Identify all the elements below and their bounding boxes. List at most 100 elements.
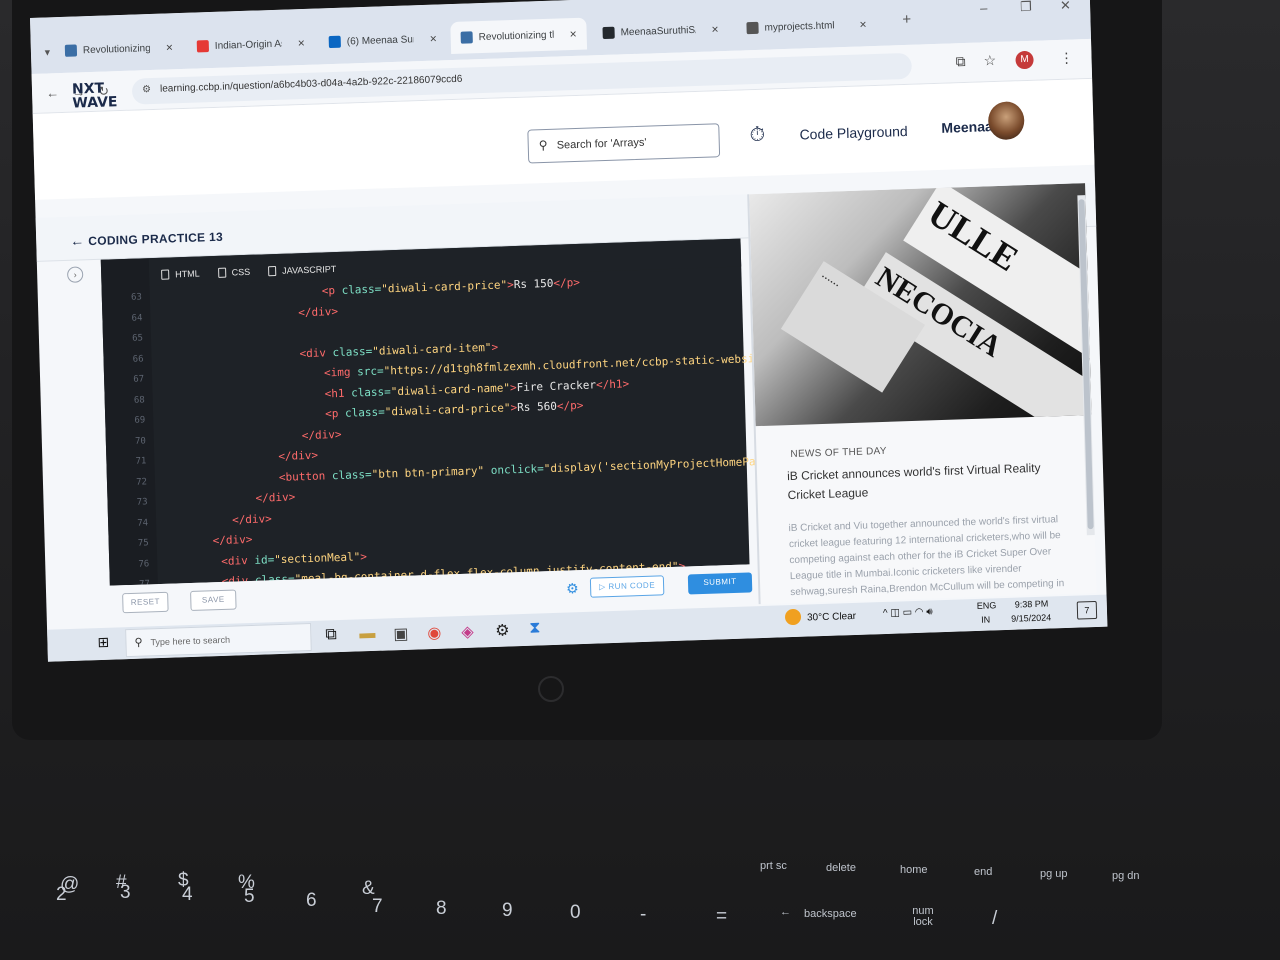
tab-javascript[interactable]: JAVASCRIPT bbox=[268, 258, 337, 282]
search-icon: ⚲ bbox=[538, 137, 548, 153]
js-file-icon bbox=[268, 265, 277, 277]
maximize-icon[interactable]: ❐ bbox=[1020, 0, 1032, 15]
close-tab-icon[interactable]: × bbox=[859, 17, 866, 31]
line-number: 70 bbox=[134, 435, 146, 447]
tray-icons[interactable]: ^ ◫ ▭ ◠ 🔊︎ bbox=[883, 606, 933, 619]
code-token: <div bbox=[221, 553, 255, 568]
close-tab-icon[interactable]: × bbox=[298, 36, 305, 50]
code-token: class= bbox=[332, 344, 373, 359]
code-token: </h1> bbox=[595, 376, 630, 391]
code-token: Fire Cracker bbox=[516, 377, 597, 394]
key-digit: = bbox=[716, 906, 728, 927]
browser-tab[interactable]: (6) Meenaa Suruthi S × bbox=[318, 22, 447, 58]
key-digit: 7 bbox=[372, 896, 383, 917]
run-code-button[interactable]: ▷ RUN CODE bbox=[589, 575, 665, 598]
notifications-icon[interactable]: 7 bbox=[1076, 600, 1098, 620]
line-number: 69 bbox=[134, 415, 146, 426]
code-text: </div> bbox=[212, 533, 252, 547]
code-token: </p> bbox=[556, 398, 584, 413]
photo-scene: ▼ Revolutionizing the Ir×Indian-Origin A… bbox=[0, 0, 1280, 960]
submit-button[interactable]: SUBMIT bbox=[687, 572, 753, 595]
browser-profile-avatar[interactable]: M bbox=[1015, 50, 1034, 70]
browser-tab[interactable]: Revolutionizing the Ir × bbox=[54, 31, 183, 67]
store-icon[interactable]: ▣ bbox=[393, 624, 409, 644]
browser-tab[interactable]: Revolutionizing the Ir × bbox=[450, 17, 588, 55]
code-token: <button bbox=[278, 468, 333, 484]
stopwatch-icon[interactable]: ⏱ bbox=[749, 124, 765, 148]
key-digit: 2 bbox=[56, 884, 67, 905]
task-view-icon[interactable]: ⧉ bbox=[325, 626, 337, 644]
save-button[interactable]: SAVE bbox=[190, 589, 237, 611]
close-tab-icon[interactable]: × bbox=[711, 22, 718, 36]
html-file-icon bbox=[161, 269, 170, 280]
file-explorer-icon[interactable]: ▬ bbox=[359, 625, 375, 644]
browser-tab[interactable]: Indian-Origin Astronau × bbox=[186, 27, 315, 63]
browser-menu-icon[interactable]: ⋮ bbox=[1059, 49, 1073, 66]
tab-css[interactable]: CSS bbox=[217, 261, 250, 284]
code-text: </div> bbox=[302, 427, 342, 441]
settings-gear-icon[interactable]: ⚙ bbox=[566, 580, 579, 597]
code-editor[interactable]: HTML CSS JAVASCRIPT 63 <p class="diwali-c… bbox=[100, 238, 789, 590]
code-token: "diwali-card-name" bbox=[390, 380, 511, 398]
code-token: </div> bbox=[278, 448, 319, 463]
collapse-sidebar-icon[interactable]: › bbox=[66, 266, 84, 283]
back-arrow-icon[interactable]: ← bbox=[70, 232, 84, 248]
browser-tab[interactable]: myprojects.html × bbox=[736, 8, 877, 45]
close-tab-icon[interactable]: × bbox=[166, 40, 173, 54]
line-number: 64 bbox=[131, 312, 143, 324]
code-token: "btn btn-primary" bbox=[371, 463, 491, 481]
news-title: iB Cricket announces world's first Virtu… bbox=[786, 460, 1041, 503]
key-digit: - bbox=[640, 904, 647, 925]
newspaper-image: ULLE NECOCIA …… bbox=[749, 183, 1094, 427]
tab-search-chevron-icon[interactable]: ▼ bbox=[43, 47, 52, 57]
laptop-screen: ▼ Revolutionizing the Ir×Indian-Origin A… bbox=[30, 0, 1108, 662]
url-text: learning.ccbp.in/question/a6bc4b03-d04a-… bbox=[159, 73, 463, 95]
backspace-arrow-icon: ← bbox=[780, 906, 791, 918]
clock-time[interactable]: 9:38 PM bbox=[1015, 599, 1049, 610]
news-tag: NEWS OF THE DAY bbox=[790, 445, 887, 461]
tab-html[interactable]: HTML bbox=[161, 263, 200, 286]
tab-title: Revolutionizing the Ir bbox=[478, 29, 554, 43]
settings-icon[interactable]: ⚙ bbox=[495, 620, 510, 640]
minimize-icon[interactable]: – bbox=[980, 0, 988, 15]
reset-button[interactable]: RESET bbox=[122, 591, 169, 614]
close-tab-icon[interactable]: × bbox=[569, 27, 576, 41]
install-app-icon[interactable]: ⧉ bbox=[955, 53, 965, 70]
app-icon[interactable]: ◈ bbox=[461, 622, 474, 642]
line-number: 71 bbox=[135, 456, 147, 467]
windows-start-icon[interactable]: ⊞ bbox=[97, 634, 109, 651]
code-token: <div bbox=[299, 345, 333, 360]
close-tab-icon[interactable]: × bbox=[430, 32, 437, 46]
bookmark-star-icon[interactable]: ☆ bbox=[983, 52, 996, 69]
vscode-icon[interactable]: ⧗ bbox=[529, 619, 541, 637]
code-token: Rs 560 bbox=[516, 399, 558, 415]
line-number: 63 bbox=[130, 292, 142, 303]
line-number: 74 bbox=[137, 517, 149, 529]
tab-label: CSS bbox=[231, 266, 251, 278]
code-text: </div> bbox=[255, 490, 295, 504]
back-icon[interactable]: ← bbox=[46, 85, 59, 100]
browser-tab[interactable]: MeenaaSuruthiS/Start × bbox=[592, 13, 729, 49]
weather-text[interactable]: 30°C Clear bbox=[807, 611, 856, 624]
close-window-icon[interactable]: ✕ bbox=[1060, 0, 1071, 14]
run-code-label: RUN CODE bbox=[608, 580, 656, 592]
search-input[interactable]: ⚲ Search for 'Arrays' bbox=[527, 123, 721, 164]
chrome-icon[interactable]: ◉ bbox=[427, 623, 442, 643]
code-token: </div> bbox=[212, 532, 253, 548]
code-token: "sectionMeal" bbox=[274, 549, 361, 566]
tab-title: MeenaaSuruthiS/Start bbox=[620, 24, 696, 38]
new-tab-icon[interactable]: + bbox=[902, 11, 911, 28]
nxtwave-logo[interactable]: NXT WAVE bbox=[72, 81, 118, 112]
code-token: > bbox=[491, 340, 499, 354]
language-top[interactable]: ENG bbox=[977, 600, 997, 611]
tab-favicon-icon bbox=[196, 40, 210, 53]
key-digit: 6 bbox=[306, 890, 317, 911]
code-token: <img bbox=[323, 365, 358, 380]
code-token: > bbox=[360, 549, 368, 563]
user-name[interactable]: Meenaa bbox=[941, 118, 993, 136]
code-token: </div> bbox=[231, 511, 272, 527]
site-info-icon[interactable]: ⚙ bbox=[142, 84, 151, 95]
code-token: <h1 bbox=[324, 386, 352, 400]
key-pgup: pg up bbox=[1040, 868, 1068, 880]
key-digit: 0 bbox=[570, 902, 581, 923]
